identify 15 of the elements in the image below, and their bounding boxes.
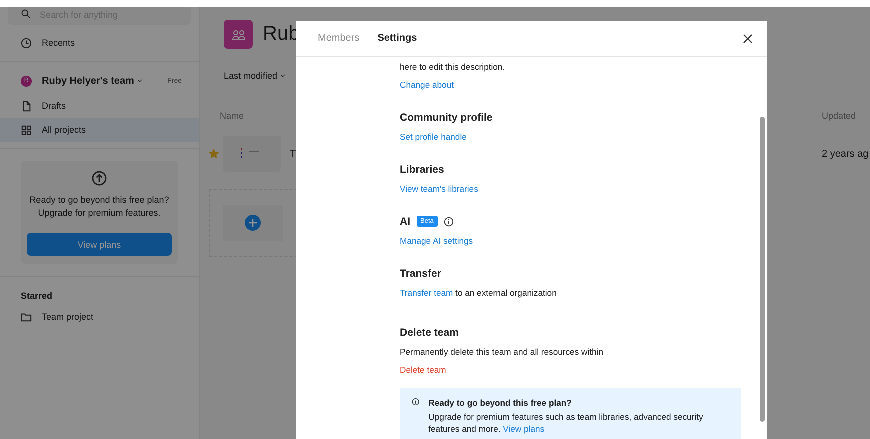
section-text: here to edit this description. xyxy=(400,62,506,73)
updated-time: 2 years ag xyxy=(822,148,870,160)
starred-heading: Starred xyxy=(20,290,54,303)
column-header: Updated xyxy=(822,111,858,121)
column-header: Name xyxy=(220,111,244,121)
section-heading: AI xyxy=(400,216,410,228)
banner-text: Upgrade for premium features such as team libraries, advanced security features and more. View plans xyxy=(428,411,704,435)
section-text: Transfer team to an external organization xyxy=(400,288,558,299)
section-heading: Community profile xyxy=(400,112,493,124)
upgrade-text: Ready to go beyond this free plan? Upgrade for premium features. xyxy=(30,194,170,220)
banner-title: Ready to go beyond this free plan? xyxy=(428,397,573,409)
section-heading: Transfer xyxy=(400,268,442,280)
section-heading: Libraries xyxy=(400,164,444,176)
section-heading: Delete team xyxy=(400,326,459,338)
section-text: Permanently delete this team and all resources within xyxy=(400,347,604,358)
